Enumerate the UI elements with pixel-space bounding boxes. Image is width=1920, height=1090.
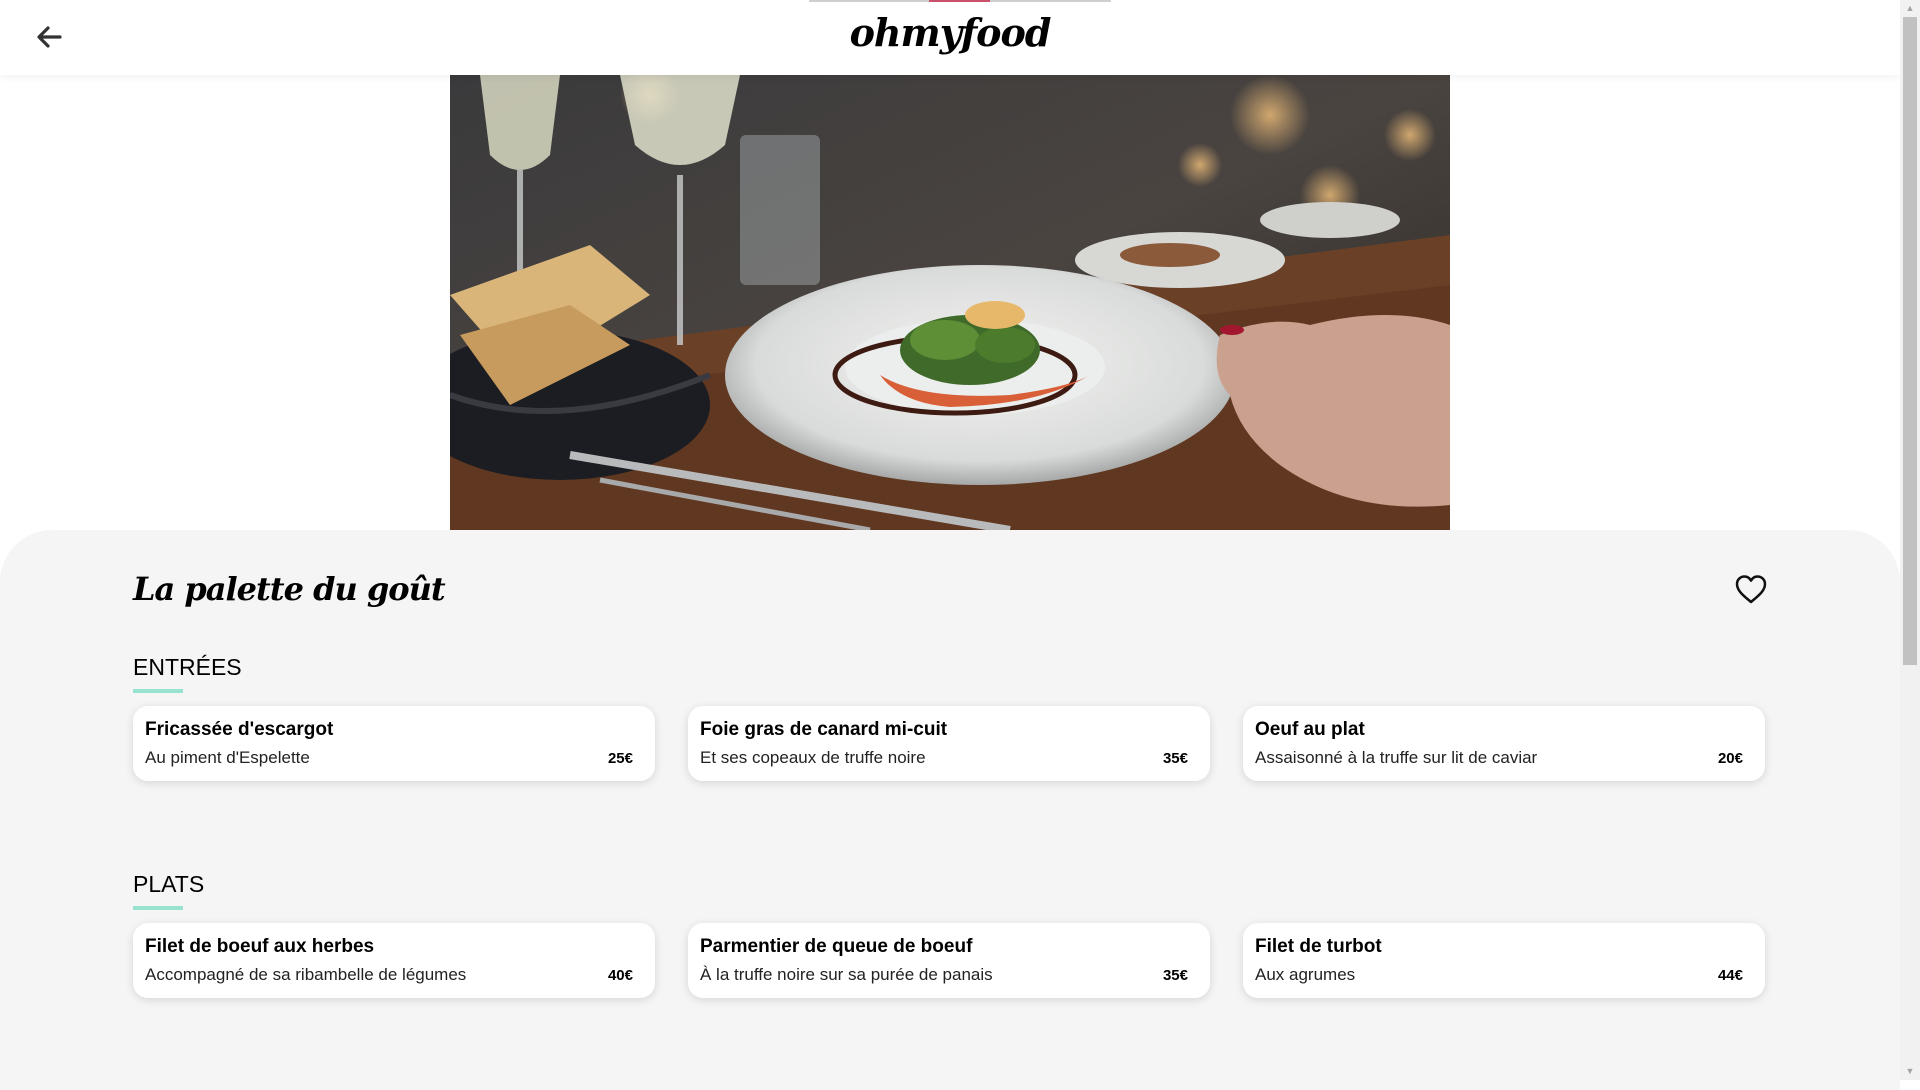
dish-price: 40€ [607, 967, 633, 984]
scroll-down-arrow-icon[interactable]: ▼ [1900, 1063, 1920, 1080]
section-title-plats: PLATS [133, 871, 205, 897]
dish-name: Fricassée d'escargot [145, 719, 334, 740]
dish-price: 20€ [1717, 750, 1743, 767]
dish-card[interactable]: Filet de turbot Aux agrumes 44€ [1243, 923, 1765, 998]
section-underline [133, 906, 183, 910]
loading-bar-fill [929, 0, 990, 2]
dish-name: Parmentier de queue de boeuf [700, 936, 973, 957]
dish-price: 35€ [1162, 967, 1188, 984]
dish-name: Foie gras de canard mi-cuit [700, 719, 948, 740]
restaurant-title: La palette du goût [133, 570, 446, 608]
dish-name: Filet de turbot [1255, 936, 1382, 957]
dish-card[interactable]: Filet de boeuf aux herbes Accompagné de … [133, 923, 655, 998]
scrollbar-thumb[interactable] [1903, 17, 1917, 665]
dish-price: 25€ [607, 750, 633, 767]
dish-name: Oeuf au plat [1255, 719, 1365, 740]
heart-outline-icon [1735, 575, 1767, 604]
top-header: ohmyfood [0, 0, 1900, 75]
favorite-button[interactable] [1734, 573, 1768, 607]
hero-image [450, 75, 1450, 530]
dish-description: Assaisonné à la truffe sur lit de caviar [1255, 748, 1538, 767]
section-title-entrees: ENTRÉES [133, 654, 242, 680]
section-underline [133, 689, 183, 693]
dish-description: Au piment d'Espelette [145, 748, 310, 767]
vertical-scrollbar[interactable]: ▲ ▼ [1900, 0, 1920, 1080]
dish-name: Filet de boeuf aux herbes [145, 936, 375, 957]
dish-card[interactable]: Foie gras de canard mi-cuit Et ses copea… [688, 706, 1210, 781]
dish-description: Aux agrumes [1255, 965, 1356, 984]
scroll-up-arrow-icon[interactable]: ▲ [1900, 0, 1920, 17]
dish-card[interactable]: Parmentier de queue de boeuf À la truffe… [688, 923, 1210, 998]
dish-description: Et ses copeaux de truffe noire [700, 748, 926, 767]
dish-description: Accompagné de sa ribambelle de légumes [145, 965, 467, 984]
dish-description: À la truffe noire sur sa purée de panais [700, 965, 993, 984]
dish-price: 44€ [1717, 967, 1743, 984]
logo[interactable]: ohmyfood [0, 10, 1900, 55]
dish-card[interactable]: Oeuf au plat Assaisonné à la truffe sur … [1243, 706, 1765, 781]
menu-sheet: La palette du goût ENTRÉES Fricassée d'e… [0, 530, 1900, 1090]
dish-card[interactable]: Fricassée d'escargot Au piment d'Espelet… [133, 706, 655, 781]
dish-price: 35€ [1162, 750, 1188, 767]
